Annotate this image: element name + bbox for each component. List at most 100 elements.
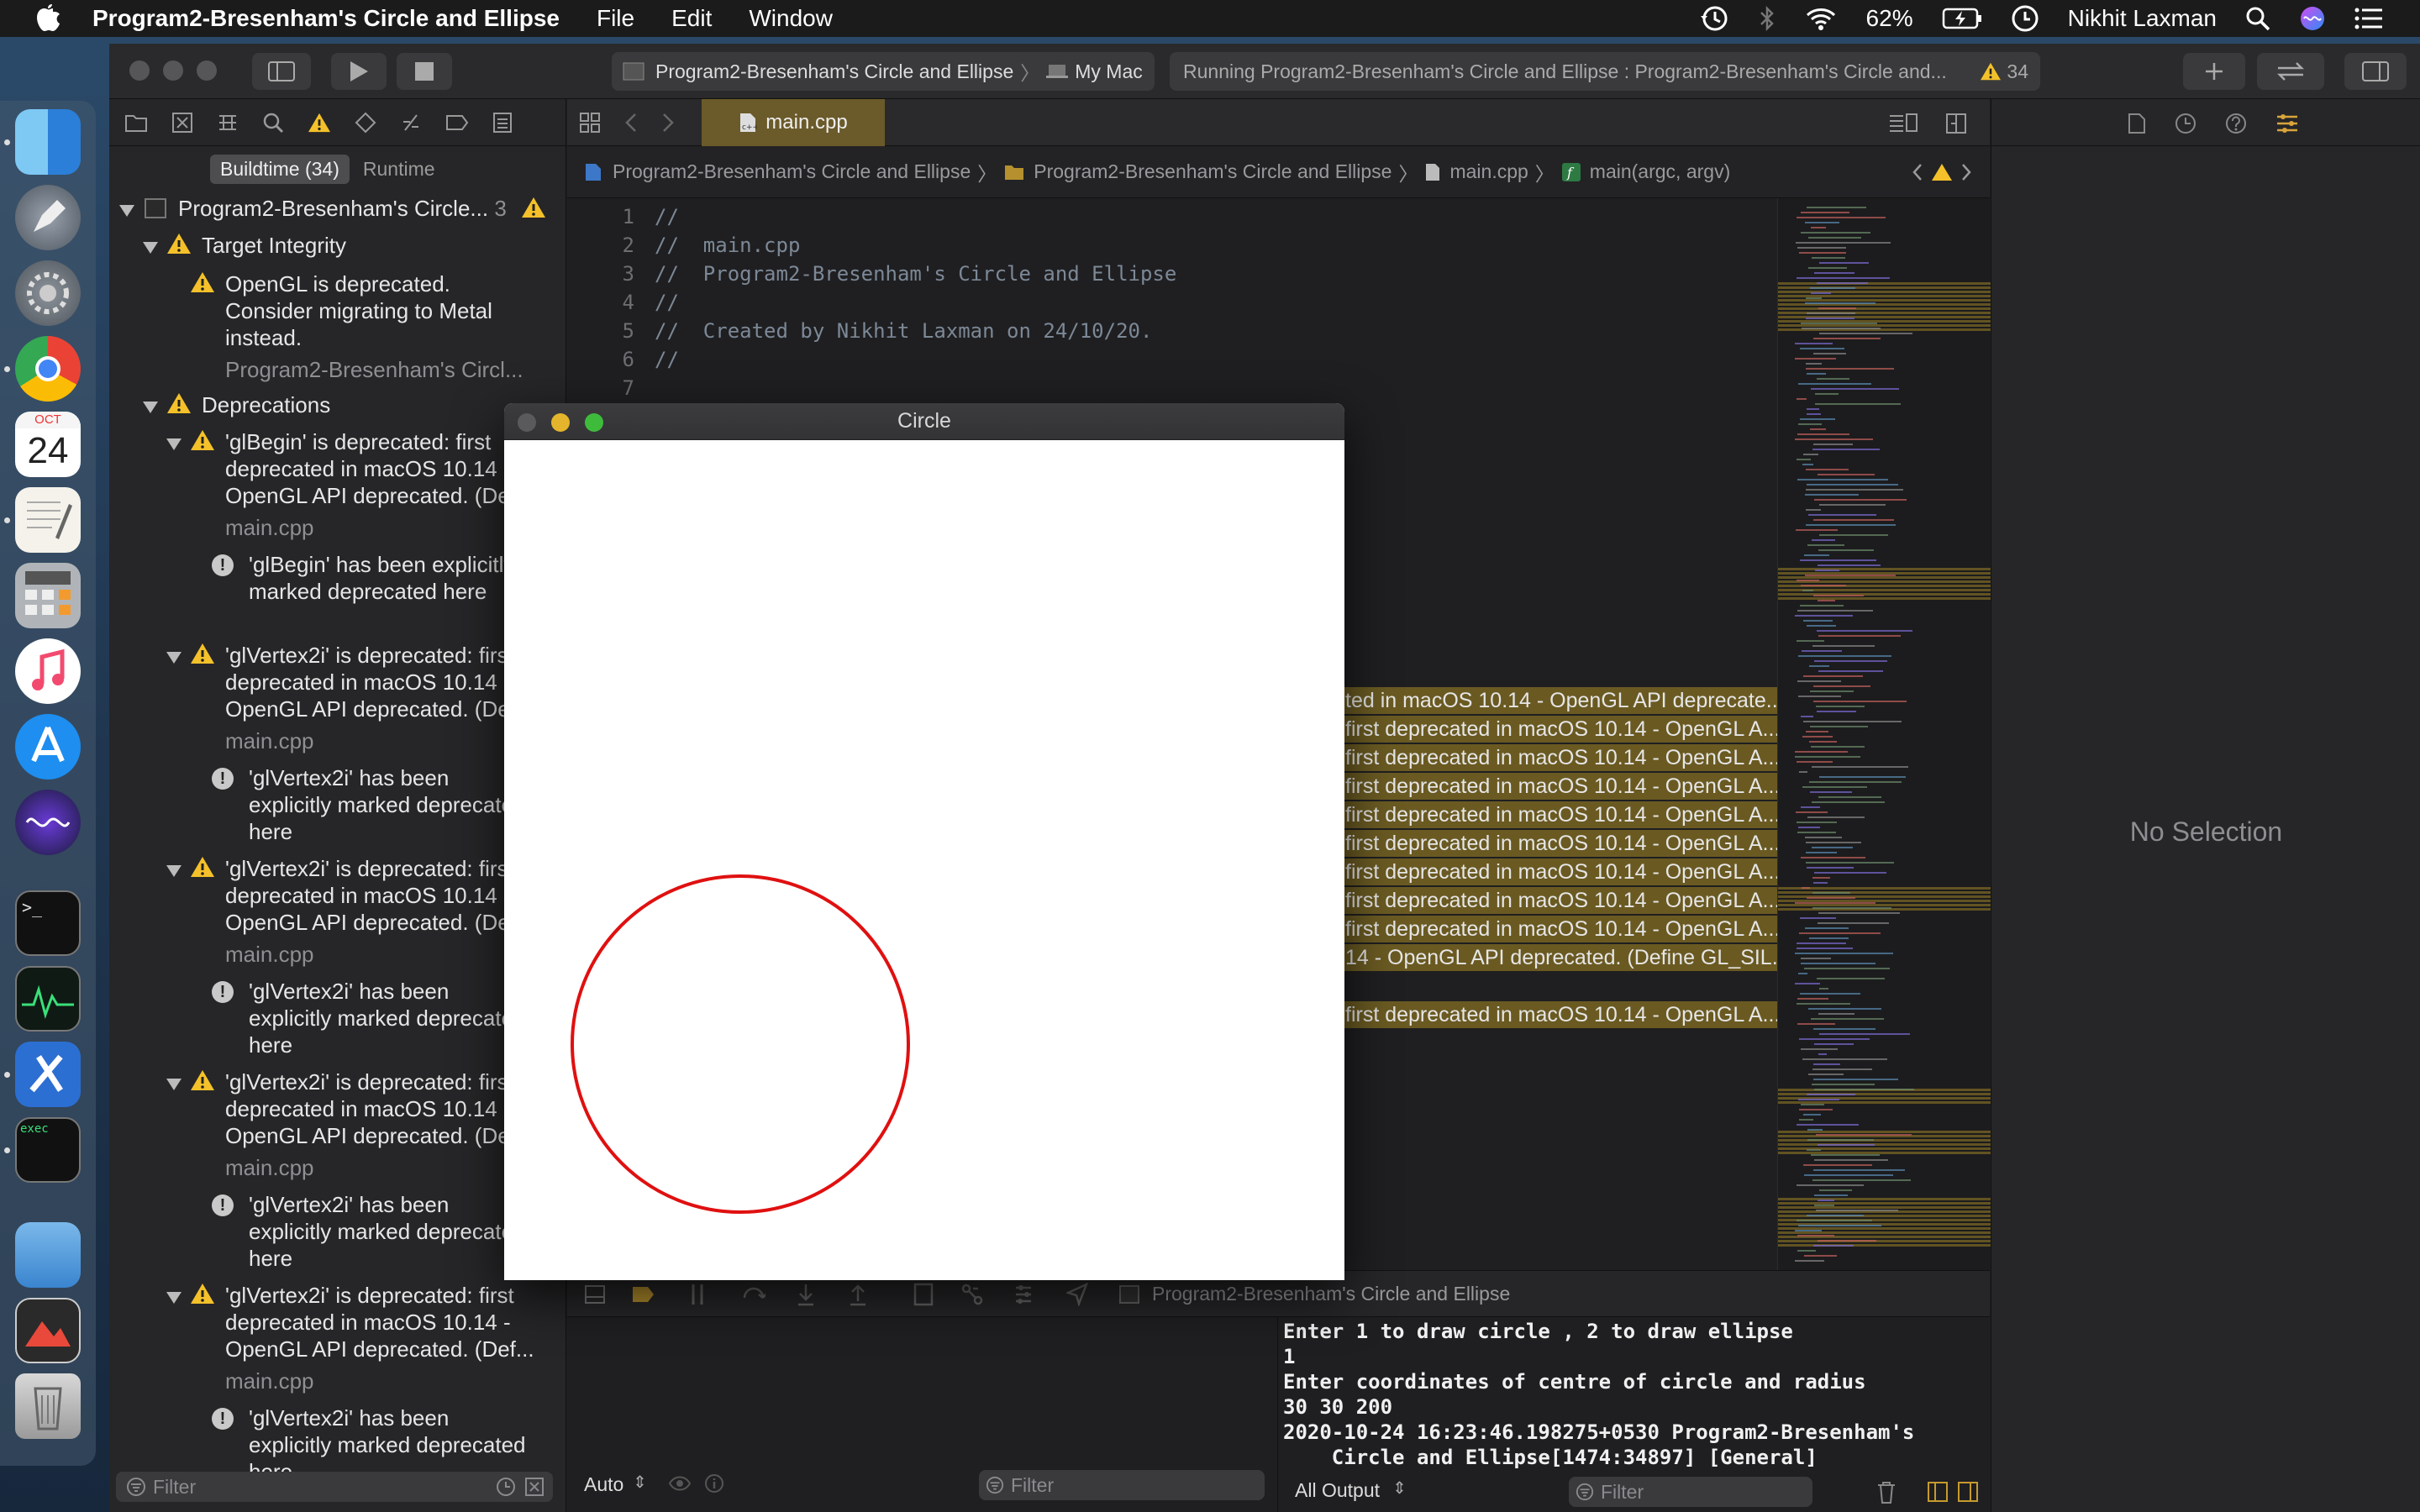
inline-issue[interactable]: first deprecated in macOS 10.14 - OpenGL… <box>1340 830 1777 857</box>
trash-icon[interactable] <box>15 1373 81 1439</box>
add-library-button[interactable] <box>2183 53 2245 90</box>
calendar-icon[interactable]: OCT 24 <box>15 412 81 477</box>
clock-icon[interactable] <box>2011 4 2039 33</box>
minimize-button[interactable] <box>163 60 183 81</box>
view-hierarchy-icon[interactable] <box>912 1283 935 1306</box>
jump-symbol[interactable]: main(argc, argv) <box>1590 160 1730 183</box>
bluetooth-icon[interactable] <box>1759 5 1776 32</box>
disclosure-triangle[interactable] <box>143 402 158 413</box>
inline-issue[interactable]: ted in macOS 10.14 - OpenGL API deprecat… <box>1340 687 1777 714</box>
gl-canvas[interactable] <box>504 440 1344 1280</box>
inline-issue[interactable]: first deprecated in macOS 10.14 - OpenGL… <box>1340 916 1777 942</box>
hide-debug-icon[interactable] <box>584 1284 606 1305</box>
system-preferences-icon[interactable] <box>15 260 81 326</box>
report-nav-icon[interactable] <box>492 112 513 134</box>
inline-issue[interactable]: first deprecated in macOS 10.14 - OpenGL… <box>1340 716 1777 743</box>
source-control-icon[interactable] <box>171 112 193 134</box>
file-inspector-icon[interactable] <box>2128 113 2146 134</box>
pause-icon[interactable] <box>690 1283 705 1306</box>
environment-overrides-icon[interactable] <box>1013 1283 1034 1306</box>
inline-issue[interactable]: first deprecated in macOS 10.14 - OpenGL… <box>1340 858 1777 885</box>
recent-filter-icon[interactable] <box>496 1477 516 1497</box>
warning-count[interactable]: 34 <box>2007 60 2028 83</box>
disclosure-triangle[interactable] <box>166 1079 182 1090</box>
test-nav-icon[interactable] <box>355 112 376 134</box>
user-name[interactable]: Nikhit Laxman <box>2068 5 2217 32</box>
inline-issue[interactable]: first deprecated in macOS 10.14 - OpenGL… <box>1340 887 1777 914</box>
apple-icon[interactable] <box>34 3 62 34</box>
variables-filter[interactable]: Filter <box>979 1470 1265 1500</box>
issue-filter-icon[interactable] <box>524 1477 544 1497</box>
editor-options-icon[interactable] <box>1888 113 1918 133</box>
stop-button[interactable] <box>397 53 452 90</box>
gl-close-button[interactable] <box>518 413 536 432</box>
minimap[interactable] <box>1777 198 1991 1270</box>
inline-issue[interactable]: first deprecated in macOS 10.14 - OpenGL… <box>1340 1001 1777 1028</box>
inspector-toggle-button[interactable] <box>2344 53 2407 90</box>
search-icon[interactable] <box>2245 6 2270 31</box>
menu-edit[interactable]: Edit <box>671 5 712 32</box>
gl-minimize-button[interactable] <box>551 413 570 432</box>
gl-zoom-button[interactable] <box>585 413 603 432</box>
history-inspector-icon[interactable] <box>2175 113 2196 134</box>
info-icon[interactable] <box>704 1473 724 1494</box>
issue-root[interactable]: Program2-Bresenham's Circle... 3 <box>178 195 514 222</box>
zoom-button[interactable] <box>197 60 217 81</box>
calculator-icon[interactable] <box>15 563 81 628</box>
jump-project[interactable]: Program2-Bresenham's Circle and Ellipse <box>613 160 971 183</box>
output-selector[interactable]: All Output <box>1295 1479 1380 1502</box>
warning-icon[interactable] <box>1980 61 2002 81</box>
close-button[interactable] <box>129 60 150 81</box>
show-console-icon[interactable] <box>1957 1481 1979 1503</box>
back-arrow-icon[interactable] <box>624 113 638 133</box>
inline-issue[interactable]: first deprecated in macOS 10.14 - OpenGL… <box>1340 801 1777 828</box>
finder-icon[interactable] <box>15 109 81 175</box>
forward-arrow-icon[interactable] <box>661 113 675 133</box>
chrome-icon[interactable] <box>15 336 81 402</box>
related-items-icon[interactable] <box>579 112 601 134</box>
disclosure-triangle[interactable] <box>166 652 182 664</box>
tab-buildtime[interactable]: Buildtime (34) <box>210 155 350 184</box>
eye-icon[interactable] <box>668 1475 692 1492</box>
inline-issue[interactable]: first deprecated in macOS 10.14 - OpenGL… <box>1340 773 1777 800</box>
output-chevron-icon[interactable]: ⇕ <box>1392 1478 1407 1499</box>
menu-window[interactable]: Window <box>749 5 833 32</box>
breakpoint-nav-icon[interactable] <box>445 113 469 133</box>
siri-icon[interactable] <box>2299 5 2326 32</box>
inline-issue[interactable]: first deprecated in macOS 10.14 - OpenGL… <box>1340 744 1777 771</box>
split-editor-icon[interactable] <box>1945 113 1967 134</box>
notification-center-icon[interactable] <box>2354 7 2383 30</box>
disclosure-triangle[interactable] <box>166 438 182 450</box>
help-inspector-icon[interactable] <box>2225 113 2247 134</box>
time-machine-icon[interactable] <box>1698 4 1730 33</box>
exec-icon[interactable]: exec <box>15 1117 81 1183</box>
breakpoints-toggle-icon[interactable] <box>631 1284 656 1305</box>
trash-console-icon[interactable] <box>1876 1481 1897 1504</box>
navigator-toggle-button[interactable] <box>252 53 311 90</box>
console-filter[interactable]: Filter <box>1569 1477 1812 1507</box>
folder-nav-icon[interactable] <box>124 113 148 133</box>
textedit-icon[interactable] <box>15 487 81 553</box>
jump-group[interactable]: Program2-Bresenham's Circle and Ellipse <box>1034 160 1392 183</box>
jump-file[interactable]: main.cpp <box>1449 160 1528 183</box>
music-icon[interactable] <box>15 638 81 704</box>
console-output[interactable]: Enter 1 to draw circle , 2 to draw ellip… <box>1277 1317 1990 1473</box>
show-variables-icon[interactable] <box>1927 1481 1949 1503</box>
launchpad-icon[interactable] <box>15 185 81 250</box>
navigator-filter[interactable]: Filter <box>116 1472 553 1502</box>
app-menu[interactable]: Program2-Bresenham's Circle and Ellipse <box>92 5 560 32</box>
wifi-icon[interactable] <box>1804 6 1838 31</box>
disclosure-triangle[interactable] <box>119 205 134 217</box>
code-review-button[interactable] <box>2257 53 2324 90</box>
xcode-icon[interactable] <box>15 1042 81 1107</box>
disclosure-triangle[interactable] <box>143 242 158 254</box>
inline-issue[interactable]: 14 - OpenGL API deprecated. (Define GL_S… <box>1340 944 1777 971</box>
auto-selector[interactable]: Auto <box>584 1473 623 1496</box>
circle-window-titlebar[interactable]: Circle <box>504 403 1344 440</box>
tab-main-cpp[interactable]: c++ main.cpp <box>702 99 885 146</box>
disclosure-triangle[interactable] <box>166 865 182 877</box>
scheme-selector[interactable]: Program2-Bresenham's Circle and Ellipse … <box>612 52 1155 91</box>
menu-file[interactable]: File <box>597 5 634 32</box>
run-button[interactable] <box>331 53 387 90</box>
issue-nav-icon[interactable] <box>308 112 331 134</box>
